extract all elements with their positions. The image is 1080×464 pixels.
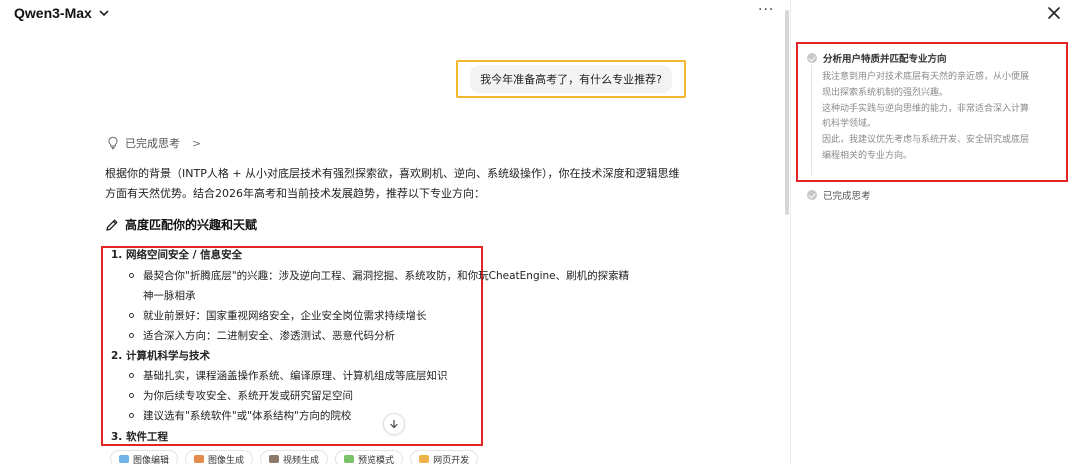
user-message-highlight: 我今年准备高考了，有什么专业推荐?: [456, 60, 686, 98]
image-generate-icon: [194, 455, 205, 463]
arrow-down-icon: [390, 419, 398, 429]
list-item: 就业前景好：国家重视网络安全，企业安全岗位需求持续增长: [129, 308, 427, 323]
chip-image-generate[interactable]: 图像生成: [185, 450, 254, 464]
section-heading-text: 高度匹配你的兴趣和天赋: [125, 218, 258, 232]
thinking-toggle[interactable]: 已完成思考 >: [107, 135, 201, 151]
bullet-icon: [129, 412, 134, 418]
model-name: Qwen3-Max: [14, 5, 92, 21]
answer-intro: 根据你的背景（INTP人格 + 从小对底层技术有强烈探索欲，喜欢刷机、逆向、系统…: [105, 167, 680, 200]
list-item: 为你后续专攻安全、系统开发或研究留足空间: [129, 388, 353, 403]
scroll-down-button[interactable]: [383, 413, 405, 435]
thinking-step-2: 已完成思考: [807, 188, 871, 202]
bullet-icon: [129, 332, 134, 338]
chip-image-edit[interactable]: 图像编辑: [110, 450, 179, 464]
thinking-step-text: 我注意到用户对技术底层有天然的亲近感，从小便展 现出探索系统机制的强烈兴趣。 这…: [822, 72, 1030, 161]
lightbulb-icon: [108, 136, 118, 150]
thinking-status-label: 已完成思考: [125, 137, 180, 150]
chevron-right-icon: >: [192, 136, 202, 150]
thinking-step-title: 已完成思考: [823, 191, 871, 202]
web-dev-icon: [419, 455, 430, 463]
check-circle-icon: [807, 53, 817, 63]
step-connector: [811, 65, 812, 175]
list-item-heading: 1. 网络空间安全 / 信息安全: [111, 249, 243, 261]
list-item-heading: 2. 计算机科学与技术: [111, 350, 210, 362]
list-item: 适合深入方向：二进制安全、渗透测试、恶意代码分析: [129, 328, 395, 343]
check-circle-icon: [807, 190, 817, 200]
chip-web-dev[interactable]: 网页开发: [410, 450, 479, 464]
pencil-icon: [106, 219, 118, 231]
image-edit-icon: [119, 455, 129, 463]
preview-mode-icon: [344, 455, 355, 463]
list-item: 建议选有"系统软件"或"体系结构"方向的院校: [129, 408, 351, 423]
chevron-down-icon: [99, 10, 109, 16]
chip-preview-mode[interactable]: 预览模式: [335, 450, 404, 464]
chip-video-generate[interactable]: 视频生成: [260, 450, 329, 464]
close-icon[interactable]: [1045, 4, 1063, 22]
more-options-button[interactable]: ···: [758, 2, 774, 18]
bullet-icon: [129, 372, 134, 378]
list-item-continuation: 神一脉相承: [143, 290, 196, 302]
list-item: 基础扎实，课程涵盖操作系统、编译原理、计算机组成等底层知识: [129, 368, 448, 383]
top-bar: Qwen3-Max ···: [0, 0, 790, 30]
feature-chips: 图像编辑 图像生成 视频生成 预览模式 网页开发: [110, 450, 479, 464]
model-selector[interactable]: Qwen3-Max: [14, 5, 110, 21]
bullet-icon: [129, 272, 134, 278]
video-generate-icon: [269, 455, 280, 463]
user-message-bubble: 我今年准备高考了，有什么专业推荐?: [470, 65, 672, 93]
section-heading: 高度匹配你的兴趣和天赋: [105, 216, 257, 233]
list-item: 最契合你"折腾底层"的兴趣：涉及逆向工程、漏洞挖掘、系统攻防，和你玩CheatE…: [129, 268, 629, 283]
bullet-icon: [129, 392, 134, 398]
thinking-step-title: 分析用户特质并匹配专业方向: [823, 54, 947, 65]
chat-scrollbar-thumb[interactable]: [785, 10, 789, 215]
bullet-icon: [129, 312, 134, 318]
thinking-step-1: 分析用户特质并匹配专业方向: [807, 51, 947, 65]
list-item-heading: 3. 软件工程: [111, 431, 168, 443]
